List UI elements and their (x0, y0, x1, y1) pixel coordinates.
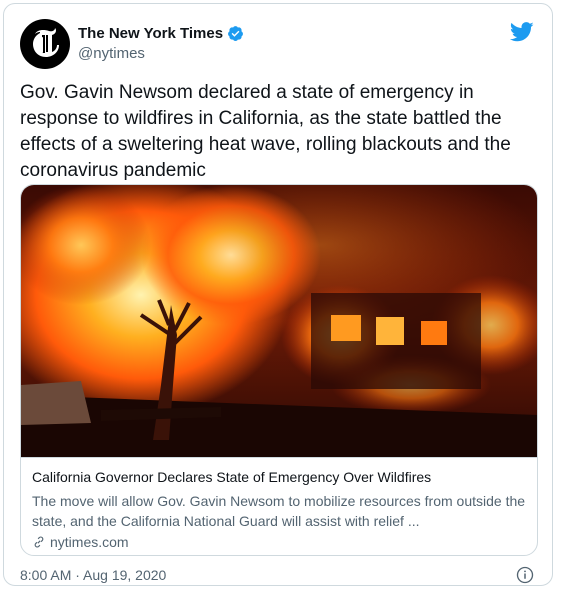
link-headline[interactable]: California Governor Declares State of Em… (32, 469, 431, 485)
author-handle[interactable]: @nytimes (78, 45, 145, 62)
author-name[interactable]: The New York Times (78, 25, 223, 42)
tweet-card: The New York Times @nytimes Gov. Gavin N… (3, 3, 553, 586)
link-meta: California Governor Declares State of Em… (21, 457, 537, 555)
verified-badge-icon (228, 26, 243, 41)
author-avatar[interactable] (20, 19, 70, 69)
link-domain: nytimes.com (50, 534, 129, 550)
twitter-bird-icon[interactable] (510, 22, 534, 42)
link-preview-card[interactable]: California Governor Declares State of Em… (20, 184, 538, 556)
link-domain-row: nytimes.com (32, 534, 129, 550)
author-name-row[interactable]: The New York Times (78, 25, 244, 42)
link-icon (34, 536, 44, 548)
tweet-timestamp[interactable]: 8:00 AM · Aug 19, 2020 (20, 567, 166, 583)
info-icon[interactable] (516, 566, 534, 584)
wildfire-photo (21, 185, 537, 457)
link-description: The move will allow Gov. Gavin Newsom to… (32, 493, 526, 529)
nyt-logo-icon (33, 28, 59, 57)
tweet-text: Gov. Gavin Newsom declared a state of em… (20, 82, 511, 181)
